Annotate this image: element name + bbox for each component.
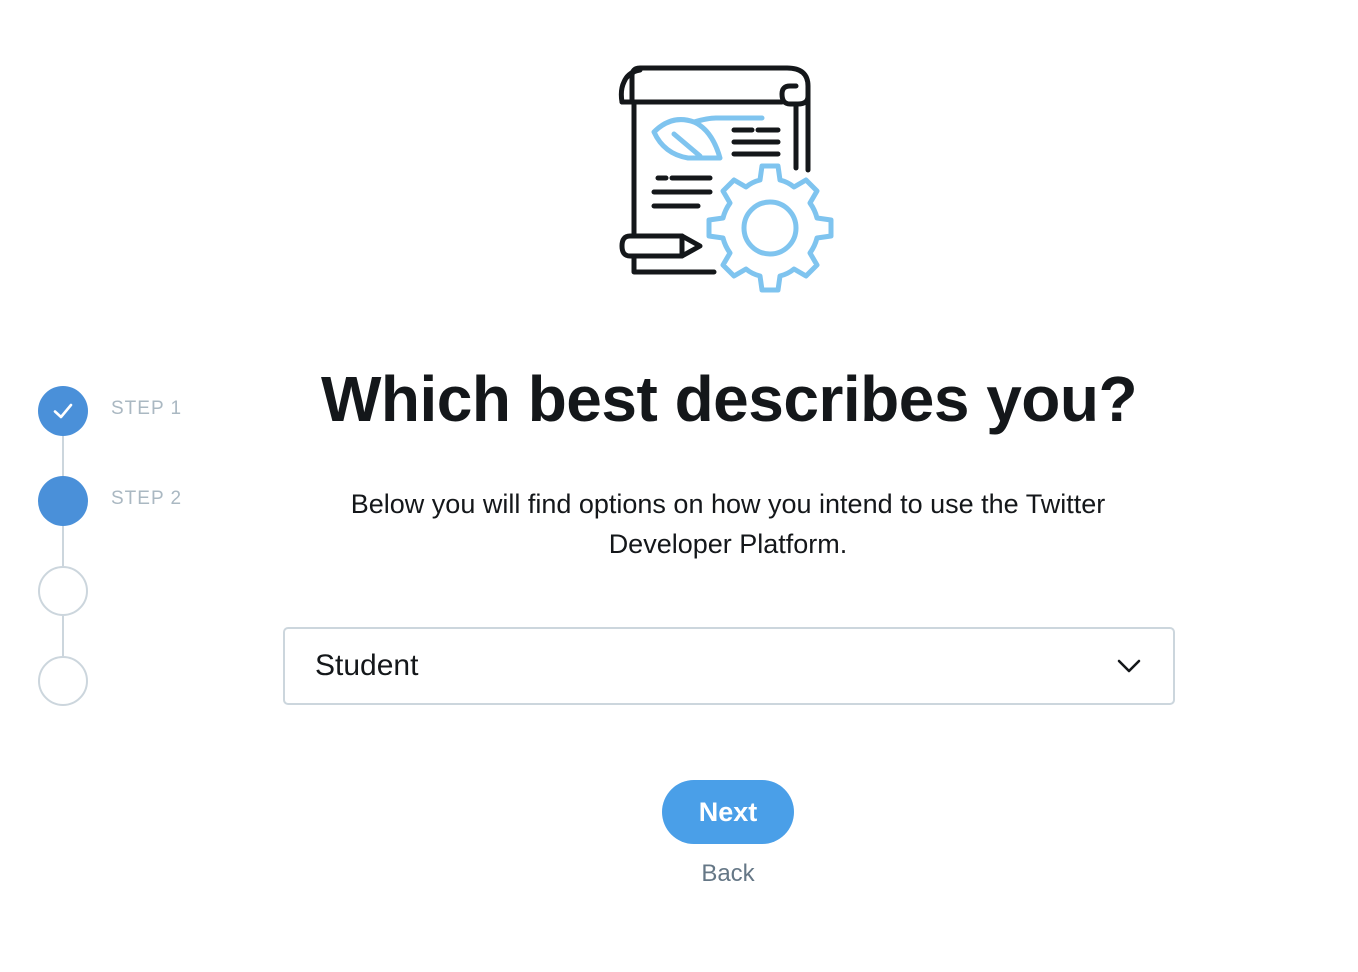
back-link[interactable]: Back — [628, 860, 828, 888]
step-2-label: STEP 2 — [111, 488, 183, 509]
page: STEP 1 STEP 2 Which best describes you? … — [0, 0, 1358, 972]
step-connector — [62, 616, 64, 656]
role-select[interactable]: Student — [283, 627, 1175, 705]
step-connector — [62, 436, 64, 476]
step-3-node — [38, 566, 88, 616]
page-subtitle: Below you will find options on how you i… — [350, 489, 1106, 559]
page-title: Which best describes you? — [320, 363, 1138, 435]
chevron-down-icon — [1117, 659, 1141, 673]
step-4-node — [38, 656, 88, 706]
scroll-gear-icon — [612, 60, 842, 295]
next-button[interactable]: Next — [662, 780, 794, 844]
step-2-node — [38, 476, 88, 526]
role-select-value: Student — [315, 649, 419, 682]
step-connector — [62, 526, 64, 566]
